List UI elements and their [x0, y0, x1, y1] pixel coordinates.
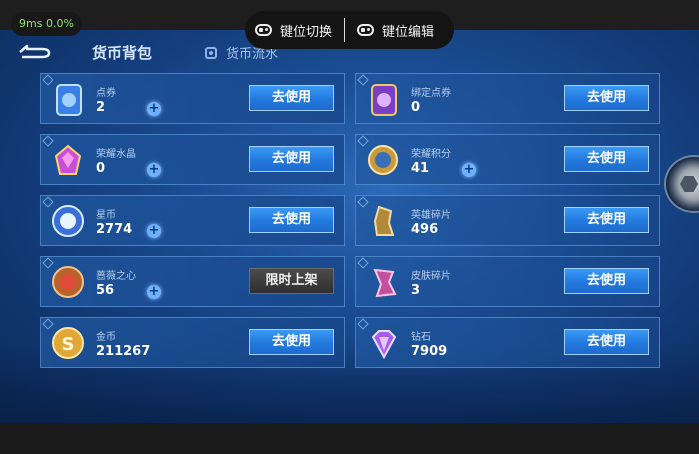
skin-fragment-icon — [365, 264, 402, 301]
currency-name: 荣耀水晶 — [96, 149, 136, 160]
key-edit-button[interactable]: 键位编辑 — [347, 11, 444, 49]
currency-amount: 7909 — [411, 344, 448, 359]
currency-amount: 3 — [411, 283, 421, 298]
currency-name: 点券 — [96, 88, 116, 99]
use-button[interactable]: 去使用 — [249, 207, 334, 233]
currency-card: 绑定点券 0 去使用 — [355, 73, 660, 124]
currency-amount: 41 — [411, 161, 430, 176]
currency-card: 星币 2774 + 去使用 — [40, 195, 345, 246]
back-arrow-icon[interactable] — [16, 44, 52, 60]
currency-amount: 2 — [96, 100, 106, 115]
add-currency-button[interactable]: + — [147, 224, 161, 238]
currency-name: 钻石 — [411, 332, 431, 343]
currency-amount: 211267 — [96, 344, 151, 359]
add-currency-button[interactable]: + — [462, 163, 476, 177]
currency-amount: 496 — [411, 222, 439, 237]
bound-ticket-icon — [365, 81, 402, 118]
key-edit-label: 键位编辑 — [382, 24, 435, 40]
star-coin-icon — [50, 203, 87, 240]
use-button[interactable]: 去使用 — [249, 329, 334, 355]
use-button[interactable]: 去使用 — [564, 85, 649, 111]
currency-amount: 0 — [96, 161, 106, 176]
add-currency-button[interactable]: + — [147, 285, 161, 299]
perf-indicator: 9ms 0.0% — [11, 12, 82, 36]
currency-name: 蔷薇之心 — [96, 271, 136, 282]
currency-name: 荣耀积分 — [411, 149, 451, 160]
use-button[interactable]: 去使用 — [249, 146, 334, 172]
gamepad-icon — [357, 24, 375, 36]
add-currency-button[interactable]: + — [147, 163, 161, 177]
currency-name: 皮肤碎片 — [411, 271, 451, 282]
limited-time-button[interactable]: 限时上架 — [249, 268, 334, 294]
flow-icon — [205, 46, 217, 59]
use-button[interactable]: 去使用 — [564, 329, 649, 355]
currency-name: 星币 — [96, 210, 116, 221]
hexagon-icon — [680, 176, 698, 192]
currency-card: S 金币 211267 去使用 — [40, 317, 345, 368]
currency-card: 英雄碎片 496 去使用 — [355, 195, 660, 246]
key-switch-button[interactable]: 键位切换 — [245, 11, 342, 49]
use-button[interactable]: 去使用 — [564, 268, 649, 294]
use-button[interactable]: 去使用 — [564, 146, 649, 172]
currency-card: 蔷薇之心 56 + 限时上架 — [40, 256, 345, 307]
hero-fragment-icon — [365, 203, 402, 240]
add-currency-button[interactable]: + — [147, 102, 161, 116]
svg-text:S: S — [62, 334, 75, 355]
currency-card: 荣耀积分 41 + 去使用 — [355, 134, 660, 185]
use-button[interactable]: 去使用 — [564, 207, 649, 233]
currency-amount: 0 — [411, 100, 421, 115]
currency-card: 荣耀水晶 0 + 去使用 — [40, 134, 345, 185]
crystal-icon — [50, 142, 87, 179]
ticket-icon — [50, 81, 87, 118]
currency-name: 英雄碎片 — [411, 210, 451, 221]
rose-heart-icon — [50, 264, 87, 301]
tab-currency-bag[interactable]: 货币背包 — [92, 42, 152, 63]
honor-points-icon — [365, 142, 402, 179]
currency-name: 金币 — [96, 332, 116, 343]
currency-name: 绑定点券 — [411, 88, 451, 99]
gold-coin-icon: S — [50, 325, 87, 362]
currency-amount: 2774 — [96, 222, 133, 237]
bottom-bar — [0, 423, 699, 454]
key-mapping-bar: 键位切换 键位编辑 — [245, 11, 454, 49]
currency-card: 钻石 7909 去使用 — [355, 317, 660, 368]
key-switch-label: 键位切换 — [280, 24, 333, 40]
diamond-icon — [365, 325, 402, 362]
use-button[interactable]: 去使用 — [249, 85, 334, 111]
divider — [344, 18, 346, 42]
currency-amount: 56 — [96, 283, 115, 298]
gamepad-icon — [255, 24, 272, 36]
currency-card: 点券 2 + 去使用 — [40, 73, 345, 124]
currency-card: 皮肤碎片 3 去使用 — [355, 256, 660, 307]
